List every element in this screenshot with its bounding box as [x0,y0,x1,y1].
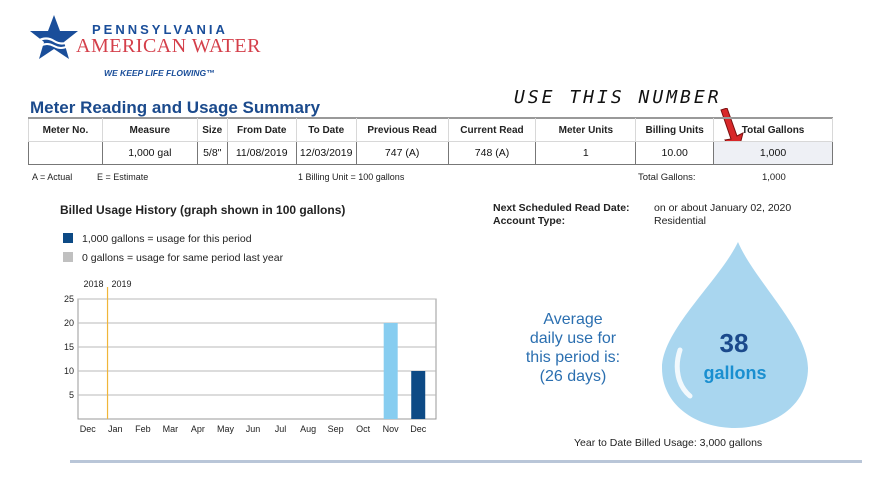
x-tick-label: Jun [246,424,261,434]
legend-last-year-label: 0 gallons = usage for same period last y… [82,252,284,264]
x-tick-label: Dec [410,424,427,434]
col-size: Size [196,118,228,142]
ytd-usage: Year to Date Billed Usage: 3,000 gallons [574,437,763,449]
cell-to-date: 12/03/2019 [295,141,357,165]
bottom-divider [70,460,862,463]
logo-tagline: WE KEEP LIFE FLOWING™ [104,68,215,78]
total-gallons-label: Total Gallons: [638,172,696,183]
col-meter-units: Meter Units [535,118,637,142]
cell-current-read: 748 (A) [447,141,537,165]
meter-table: Meter No. Measure Size From Date To Date… [28,118,833,165]
annotation-text: USE THIS NUMBER [514,87,722,108]
code-actual: A = Actual [32,172,73,182]
cell-measure: 1,000 gal [101,141,198,165]
x-tick-label: May [217,424,235,434]
average-unit: gallons [703,363,767,383]
col-total-gallons: Total Gallons [713,118,833,142]
code-estimate: E = Estimate [97,172,149,182]
logo-company: AMERICAN WATER [76,35,261,57]
cell-total-gallons: 1,000 [713,141,833,165]
x-tick-label: Dec [80,424,97,434]
bar [411,371,426,419]
legend-swatch-last-year [63,252,73,262]
history-title: Billed Usage History (graph shown in 100… [60,203,346,217]
average-value: 38 [719,328,749,358]
col-billing-units: Billing Units [635,118,715,142]
col-to-date: To Date [295,118,357,142]
x-tick-label: Jul [275,424,287,434]
legend-current-label: 1,000 gallons = usage for this period [82,233,252,245]
col-meter-no: Meter No. [28,118,103,142]
y-tick-label: 10 [64,366,74,376]
cell-meter-units: 1 [535,141,637,165]
legend-last-year: 0 gallons = usage for same period last y… [63,252,283,264]
plot-area [77,298,437,420]
col-current-read: Current Read [447,118,537,142]
y-tick-label: 15 [64,342,74,352]
average-line-1: Average [543,311,603,328]
table-header-row: Meter No. Measure Size From Date To Date… [28,118,833,142]
x-tick-label: Apr [191,424,205,434]
col-from-date: From Date [226,118,297,142]
x-tick-label: Mar [163,424,179,434]
y-tick-label: 25 [64,294,74,304]
x-tick-label: Jan [108,424,123,434]
next-read-label: Next Scheduled Read Date: [493,202,630,214]
next-read-value: on or about January 02, 2020 [654,202,792,214]
x-tick-label: Feb [135,424,151,434]
col-previous-read: Previous Read [355,118,449,142]
average-text: Average daily use for this period is: (2… [502,310,644,386]
average-line-2: daily use for [529,330,617,347]
account-type-value: Residential [654,215,706,227]
summary-title: Meter Reading and Usage Summary [30,98,321,117]
average-line-3: this period is: [525,349,621,366]
account-type-label: Account Type: [493,215,566,227]
cell-billing-units: 10.00 [635,141,715,165]
y-tick-label: 5 [69,390,74,400]
average-line-4: (26 days) [539,368,607,385]
table-row: 1,000 gal 5/8" 11/08/2019 12/03/2019 747… [28,141,833,165]
x-tick-label: Sep [328,424,344,434]
legend-swatch-current [63,233,73,243]
usage-chart: 5 10 15 20 25 2018 2019 Dec Jan Feb Mar Apr May Jun Ju… [64,279,437,434]
col-measure: Measure [101,118,198,142]
year-label: 2019 [112,279,132,289]
bar [383,323,398,419]
logo-star-icon [30,15,78,59]
cell-from-date: 11/08/2019 [226,141,297,165]
legend-current: 1,000 gallons = usage for this period [63,233,252,245]
total-gallons-value: 1,000 [762,172,786,183]
x-tick-label: Aug [300,424,316,434]
cell-meter-no [28,141,103,165]
cell-previous-read: 747 (A) [355,141,449,165]
y-tick-label: 20 [64,318,74,328]
x-tick-label: Oct [356,424,371,434]
cell-size: 5/8" [196,141,228,165]
billing-unit-note: 1 Billing Unit = 100 gallons [298,172,405,182]
year-label: 2018 [84,279,104,289]
x-tick-label: Nov [383,424,400,434]
